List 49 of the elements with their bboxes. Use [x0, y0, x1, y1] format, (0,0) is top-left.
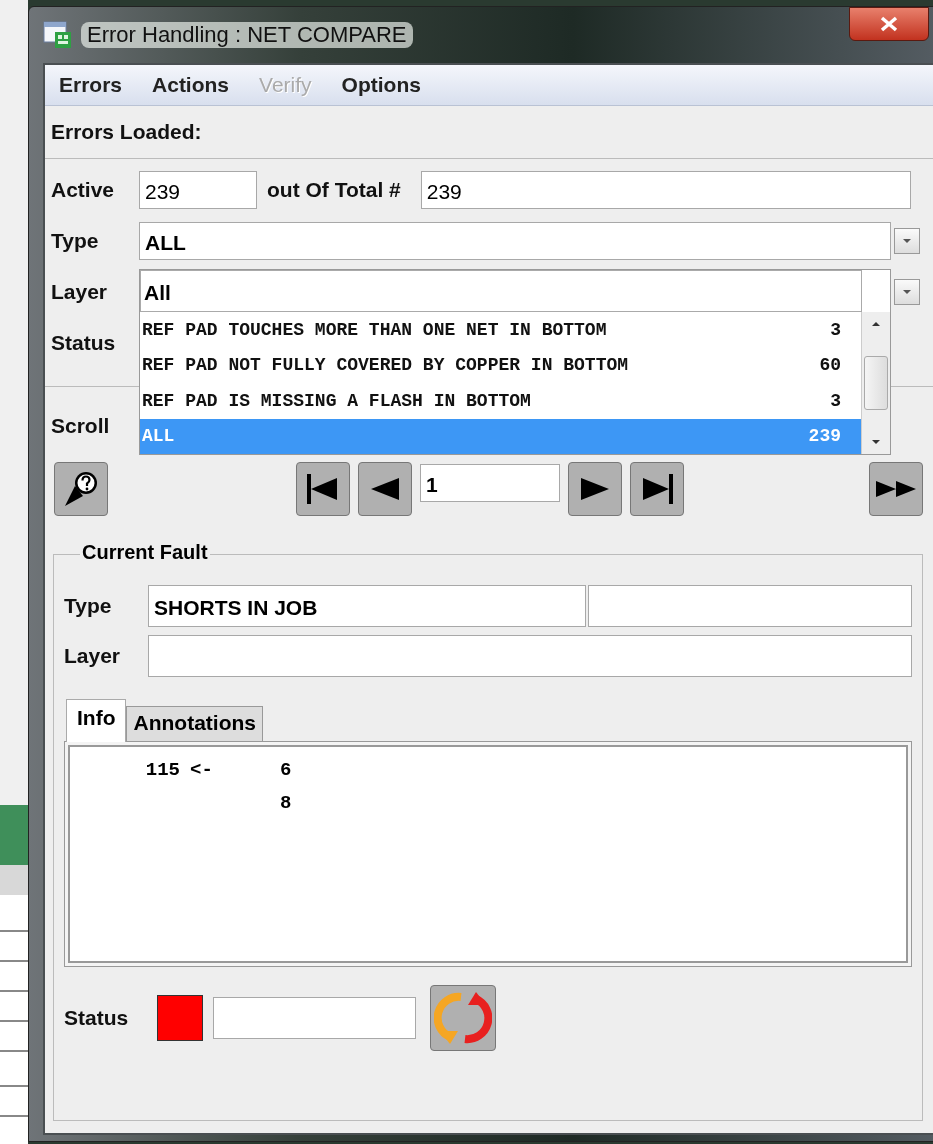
scroll-label: Scroll: [51, 414, 111, 438]
menu-item[interactable]: Errors: [59, 73, 123, 97]
page-field[interactable]: 1: [420, 464, 560, 502]
next-button[interactable]: [568, 462, 622, 516]
scroll-down-icon[interactable]: [870, 438, 882, 446]
fast-forward-button[interactable]: [869, 462, 923, 516]
list-item[interactable]: REF PAD IS MISSING A FLASH IN BOTTOM 3: [140, 383, 861, 419]
menu-item[interactable]: Options: [341, 73, 421, 97]
previous-button[interactable]: [358, 462, 412, 516]
status-label: Status: [51, 331, 117, 355]
dropdown-arrow-button[interactable]: [894, 228, 920, 254]
fault-type-label: Type: [64, 594, 113, 618]
scroll-up-icon[interactable]: [870, 320, 882, 328]
menu-item[interactable]: Actions: [152, 73, 230, 97]
tab[interactable]: Info: [66, 699, 127, 742]
total-label: out Of Total #: [267, 178, 401, 202]
help-button[interactable]: [54, 462, 108, 516]
active-label: Active: [51, 178, 116, 202]
last-button[interactable]: [630, 462, 684, 516]
tab[interactable]: Annotations: [126, 706, 263, 741]
layer-label: Layer: [51, 280, 109, 304]
fault-layer-label: Layer: [64, 644, 122, 668]
total-field[interactable]: 239: [420, 171, 911, 209]
section-label: Errors Loaded:: [51, 120, 202, 144]
active-field[interactable]: 239: [139, 171, 257, 209]
window-title: Error Handling : NET COMPARE: [81, 22, 413, 48]
status-indicator-icon: [157, 995, 203, 1041]
app-icon: [43, 21, 73, 49]
close-button[interactable]: [849, 7, 929, 41]
info-text: <-: [190, 759, 213, 781]
first-button[interactable]: [296, 462, 350, 516]
info-text: 8: [280, 792, 292, 814]
caret-icon: [901, 288, 913, 296]
status-field[interactable]: [213, 997, 416, 1039]
info-text: 115: [145, 759, 180, 781]
fault-subtype-field[interactable]: [588, 585, 912, 627]
list-item[interactable]: REF PAD TOUCHES MORE THAN ONE NET IN BOTTOM 3: [140, 312, 861, 348]
dropdown-arrow-button[interactable]: [894, 279, 920, 305]
fault-status-label: Status: [64, 1006, 130, 1030]
caret-icon: [901, 237, 913, 245]
layer-combo-field[interactable]: All: [140, 270, 862, 312]
list-item[interactable]: REF PAD NOT FULLY COVERED BY COPPER IN BOTTOM 60: [140, 347, 861, 383]
type-combo-field[interactable]: ALL: [139, 222, 891, 260]
close-icon: [880, 16, 898, 32]
info-text: 6: [280, 759, 292, 781]
type-label: Type: [51, 229, 100, 253]
scrollbar[interactable]: [861, 312, 890, 454]
fault-type-field[interactable]: SHORTS IN JOB: [148, 585, 586, 627]
fault-layer-field[interactable]: [148, 635, 912, 677]
